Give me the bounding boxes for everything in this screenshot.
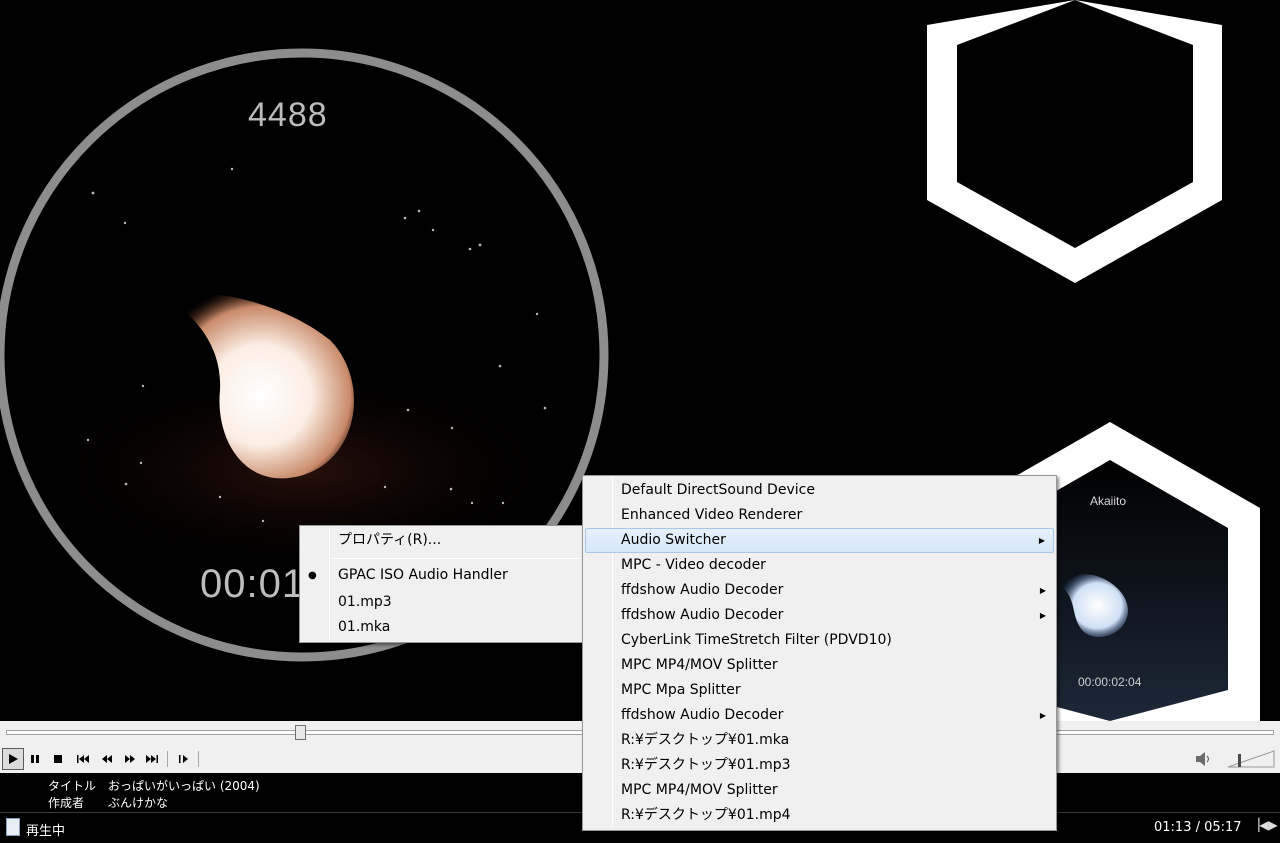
menu-item-filter[interactable]: MPC Mpa Splitter — [585, 678, 1054, 703]
menu-item-filter[interactable]: ffdshow Audio Decoder ▶ — [585, 578, 1054, 603]
pause-icon — [31, 755, 39, 763]
speaker-icon — [1196, 752, 1210, 766]
menu-item-label: Default DirectSound Device — [621, 482, 815, 498]
title-label: タイトル — [48, 779, 97, 793]
menu-item-label: MPC - Video decoder — [621, 557, 766, 573]
fast-forward-button[interactable] — [119, 748, 141, 770]
file-icon — [6, 818, 20, 836]
menu-item-filter[interactable]: MPC - Video decoder — [585, 553, 1054, 578]
video-counter-text: 4488 — [248, 96, 328, 134]
menu-item-label: ffdshow Audio Decoder — [621, 582, 784, 598]
menu-item-label: R:¥デスクトップ¥01.mp4 — [621, 807, 791, 823]
menu-item-audio-track[interactable]: 01.mp3 — [302, 590, 582, 615]
menu-item-label: MPC Mpa Splitter — [621, 682, 741, 698]
volume-slider[interactable] — [1226, 749, 1276, 769]
context-menu: プロパティ(R)... ● GPAC ISO Audio Handler 01.m… — [299, 525, 585, 643]
status-text: 再生中 — [26, 824, 66, 839]
menu-item-filter[interactable]: MPC MP4/MOV Splitter — [585, 653, 1054, 678]
thumbnail-title-text: Akaiito — [1090, 494, 1127, 508]
rewind-icon — [102, 755, 112, 763]
skip-back-icon — [77, 755, 89, 763]
menu-item-filter[interactable]: R:¥デスクトップ¥01.mp3 — [585, 753, 1054, 778]
controls-separator — [167, 751, 168, 767]
rewind-button[interactable] — [96, 748, 118, 770]
fast-forward-icon — [125, 755, 135, 763]
seek-thumb[interactable] — [294, 725, 306, 740]
stop-icon — [54, 755, 62, 763]
menu-item-filter[interactable]: R:¥デスクトップ¥01.mka — [585, 728, 1054, 753]
volume-button[interactable] — [1194, 749, 1212, 769]
menu-item-audio-track[interactable]: 01.mka — [302, 615, 582, 640]
author-label: 作成者 — [48, 796, 85, 810]
menu-item-label: 01.mp3 — [338, 594, 392, 610]
radio-bullet-icon: ● — [308, 570, 317, 581]
menu-item-label: GPAC ISO Audio Handler — [338, 567, 508, 583]
frame-step-button[interactable] — [173, 748, 195, 770]
skip-forward-icon — [146, 755, 158, 763]
submenu-arrow-icon: ▶ — [1038, 536, 1045, 545]
menu-item-label: Audio Switcher — [621, 532, 726, 548]
menu-item-label: MPC MP4/MOV Splitter — [621, 657, 778, 673]
menu-item-filter[interactable]: MPC MP4/MOV Splitter — [585, 778, 1054, 803]
submenu-arrow-icon: ▶ — [1039, 586, 1046, 595]
play-button[interactable] — [2, 748, 24, 770]
pause-button[interactable] — [24, 748, 46, 770]
menu-item-audio-track[interactable]: ● GPAC ISO Audio Handler — [302, 563, 582, 588]
menu-item-label: ffdshow Audio Decoder — [621, 607, 784, 623]
thumbnail-time-text: 00:00:02:04 — [1078, 675, 1142, 689]
menu-item-label: MPC MP4/MOV Splitter — [621, 782, 778, 798]
menu-item-label: Enhanced Video Renderer — [621, 507, 803, 523]
author-value: ぶんけかな — [108, 796, 169, 810]
previous-button[interactable] — [72, 748, 94, 770]
menu-item-label: プロパティ(R)... — [338, 532, 442, 548]
status-time: 01:13 / 05:17 — [1154, 820, 1242, 835]
stop-button[interactable] — [47, 748, 69, 770]
menu-item-filter[interactable]: Enhanced Video Renderer — [585, 503, 1054, 528]
resize-grip-icon[interactable]: ▕◀▶ — [1250, 818, 1278, 832]
menu-item-filter[interactable]: R:¥デスクトップ¥01.mp4 — [585, 803, 1054, 828]
menu-item-filter-highlighted[interactable]: Audio Switcher ▶ — [585, 528, 1054, 553]
submenu-arrow-icon: ▶ — [1039, 611, 1046, 620]
controls-separator — [198, 751, 199, 767]
menu-item-filter[interactable]: Default DirectSound Device — [585, 478, 1054, 503]
title-value: おっぱいがいっぱい (2004) — [108, 779, 260, 793]
menu-item-filter[interactable]: ffdshow Audio Decoder ▶ — [585, 603, 1054, 628]
frame-step-icon — [179, 755, 188, 763]
menu-item-properties[interactable]: プロパティ(R)... — [302, 528, 582, 553]
volume-slider-shape — [1227, 750, 1275, 768]
submenu-arrow-icon: ▶ — [1039, 711, 1046, 720]
menu-item-label: CyberLink TimeStretch Filter (PDVD10) — [621, 632, 892, 648]
menu-item-label: R:¥デスクトップ¥01.mp3 — [621, 757, 791, 773]
menu-item-label: R:¥デスクトップ¥01.mka — [621, 732, 790, 748]
menu-separator — [332, 558, 580, 559]
filters-submenu: Default DirectSound Device Enhanced Vide… — [582, 475, 1057, 831]
next-button[interactable] — [141, 748, 163, 770]
video-time-text: 00:01 — [200, 562, 306, 606]
menu-item-filter[interactable]: ffdshow Audio Decoder ▶ — [585, 703, 1054, 728]
menu-item-label: ffdshow Audio Decoder — [621, 707, 784, 723]
menu-item-filter[interactable]: CyberLink TimeStretch Filter (PDVD10) — [585, 628, 1054, 653]
play-icon — [9, 754, 18, 764]
menu-item-label: 01.mka — [338, 619, 391, 635]
